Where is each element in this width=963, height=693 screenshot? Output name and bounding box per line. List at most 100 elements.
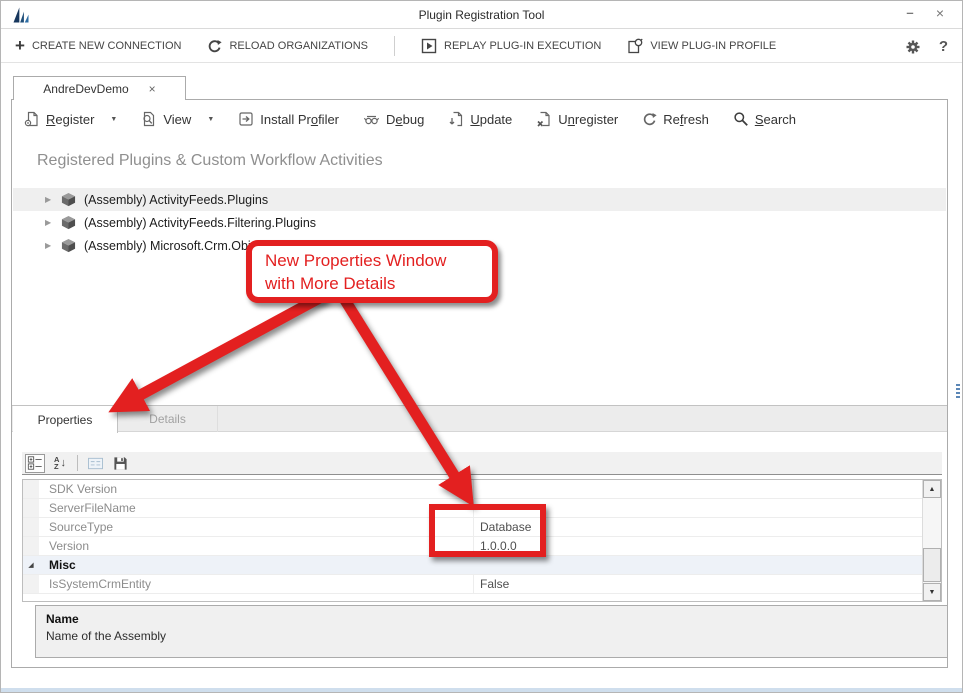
property-row[interactable]: SDK Version	[23, 480, 922, 499]
tab-properties[interactable]: Properties	[13, 406, 118, 433]
scroll-down-button[interactable]: ▼	[923, 583, 941, 601]
property-name: ServerFileName	[39, 501, 473, 515]
update-label: Update	[470, 112, 512, 127]
view-label: View	[163, 112, 191, 127]
tab-close-icon[interactable]: ×	[149, 82, 156, 96]
update-icon	[448, 111, 464, 127]
tree-row[interactable]: ▶ (Assembly) ActivityFeeds.Filtering.Plu…	[13, 211, 946, 234]
plugin-registration-tool-window: Plugin Registration Tool – × + CREATE NE…	[0, 0, 963, 693]
save-button[interactable]	[110, 454, 130, 473]
row-gutter	[23, 575, 39, 593]
window-title: Plugin Registration Tool	[1, 1, 962, 29]
refresh-button[interactable]: Refresh	[642, 112, 709, 127]
scroll-up-button[interactable]: ▲	[923, 480, 941, 498]
annotation-line-2: with More Details	[265, 272, 492, 295]
debug-icon	[363, 111, 380, 127]
unregister-icon	[536, 111, 552, 127]
close-button[interactable]: ×	[928, 1, 952, 27]
search-button[interactable]: Search	[733, 111, 796, 127]
plus-icon: +	[15, 39, 25, 53]
scroll-thumb[interactable]	[923, 548, 941, 582]
debug-button[interactable]: Debug	[363, 111, 424, 127]
property-value	[473, 556, 922, 574]
install-profiler-button[interactable]: Install Profiler	[238, 111, 339, 127]
sort-az-icon: A Z ↓	[54, 456, 66, 470]
help-description: Name of the Assembly	[46, 629, 937, 643]
tree-row[interactable]: ▶ (Assembly) ActivityFeeds.Plugins	[13, 188, 946, 211]
unregister-button[interactable]: Unregister	[536, 111, 618, 127]
toolbar-right-group: ?	[905, 30, 948, 63]
debug-label: Debug	[386, 112, 424, 127]
value-highlight-box	[429, 504, 546, 557]
assembly-icon	[61, 215, 76, 230]
tree-item-label: (Assembly) Microsoft.Crm.Obje	[84, 239, 258, 253]
annotation-line-1: New Properties Window	[265, 249, 492, 272]
categorized-icon	[27, 455, 43, 471]
view-icon	[141, 111, 157, 127]
tree-expander-icon[interactable]: ▶	[45, 195, 59, 204]
help-panel: Name Name of the Assembly	[35, 605, 948, 658]
grid-scrollbar[interactable]: ▲ ▼	[922, 480, 941, 601]
property-name: IsSystemCrmEntity	[39, 577, 473, 591]
minimize-button[interactable]: –	[898, 1, 922, 27]
update-button[interactable]: Update	[448, 111, 512, 127]
view-dropdown-arrow-icon[interactable]: ▼	[207, 116, 214, 123]
register-label: Register	[46, 112, 94, 127]
property-name: SourceType	[39, 520, 473, 534]
register-icon	[24, 111, 40, 127]
search-icon	[733, 111, 749, 127]
property-name: SDK Version	[39, 482, 473, 496]
property-category-row[interactable]: ◢ Misc	[23, 556, 922, 575]
tab-label: AndreDevDemo	[43, 82, 128, 96]
view-button[interactable]: View ▼	[141, 111, 214, 127]
row-gutter	[23, 537, 39, 555]
property-value[interactable]	[473, 480, 922, 498]
main-panel: Register ▼ View ▼ Install Profiler	[11, 99, 948, 668]
help-title: Name	[46, 612, 937, 626]
tab-details[interactable]: Details	[118, 406, 218, 432]
sort-alphabetical-button[interactable]: A Z ↓	[50, 454, 70, 473]
search-label: Search	[755, 112, 796, 127]
annotation-box: New Properties Window with More Details	[246, 240, 498, 303]
refresh-label: Refresh	[663, 112, 709, 127]
replay-plugin-execution-button[interactable]: REPLAY PLUG-IN EXECUTION	[421, 38, 601, 54]
assembly-icon	[61, 192, 76, 207]
reload-icon	[207, 39, 222, 54]
toolbar-separator	[394, 36, 395, 56]
register-button[interactable]: Register ▼	[24, 111, 117, 127]
save-icon	[113, 456, 128, 471]
replay-plugin-execution-label: REPLAY PLUG-IN EXECUTION	[444, 40, 601, 52]
property-name: Version	[39, 539, 473, 553]
row-gutter	[23, 480, 39, 498]
create-new-connection-label: CREATE NEW CONNECTION	[32, 40, 182, 52]
property-value[interactable]: False	[473, 575, 922, 593]
property-name: Misc	[39, 558, 473, 572]
view-plugin-profile-label: VIEW PLUG-IN PROFILE	[650, 40, 776, 52]
reload-organizations-button[interactable]: RELOAD ORGANIZATIONS	[207, 39, 368, 54]
tree-item-label: (Assembly) ActivityFeeds.Plugins	[84, 193, 268, 207]
settings-gear-icon[interactable]	[905, 39, 921, 55]
tree-heading: Registered Plugins & Custom Workflow Act…	[37, 152, 383, 170]
tree-expander-icon[interactable]: ▶	[45, 241, 59, 250]
sort-z-glyph: Z	[54, 463, 59, 470]
right-edge-grip	[956, 384, 960, 398]
install-profiler-icon	[238, 111, 254, 127]
create-new-connection-button[interactable]: + CREATE NEW CONNECTION	[15, 39, 181, 53]
categorized-view-button[interactable]	[25, 454, 45, 473]
panel-tabstrip: Properties Details	[12, 405, 947, 432]
tree-expander-icon[interactable]: ▶	[45, 218, 59, 227]
tab-andredevdemo[interactable]: AndreDevDemo ×	[13, 76, 186, 100]
row-gutter	[23, 518, 39, 536]
register-dropdown-arrow-icon[interactable]: ▼	[110, 116, 117, 123]
property-row[interactable]: IsSystemCrmEntity False	[23, 575, 922, 594]
unregister-label: Unregister	[558, 112, 618, 127]
view-plugin-profile-button[interactable]: VIEW PLUG-IN PROFILE	[627, 38, 776, 54]
property-pages-button[interactable]	[85, 454, 105, 473]
assembly-icon	[61, 238, 76, 253]
sort-arrow-glyph: ↓	[60, 457, 66, 469]
install-profiler-label: Install Profiler	[260, 112, 339, 127]
profile-icon	[627, 38, 643, 54]
help-icon[interactable]: ?	[939, 38, 948, 55]
row-gutter	[23, 499, 39, 517]
category-expander-icon[interactable]: ◢	[23, 556, 39, 574]
